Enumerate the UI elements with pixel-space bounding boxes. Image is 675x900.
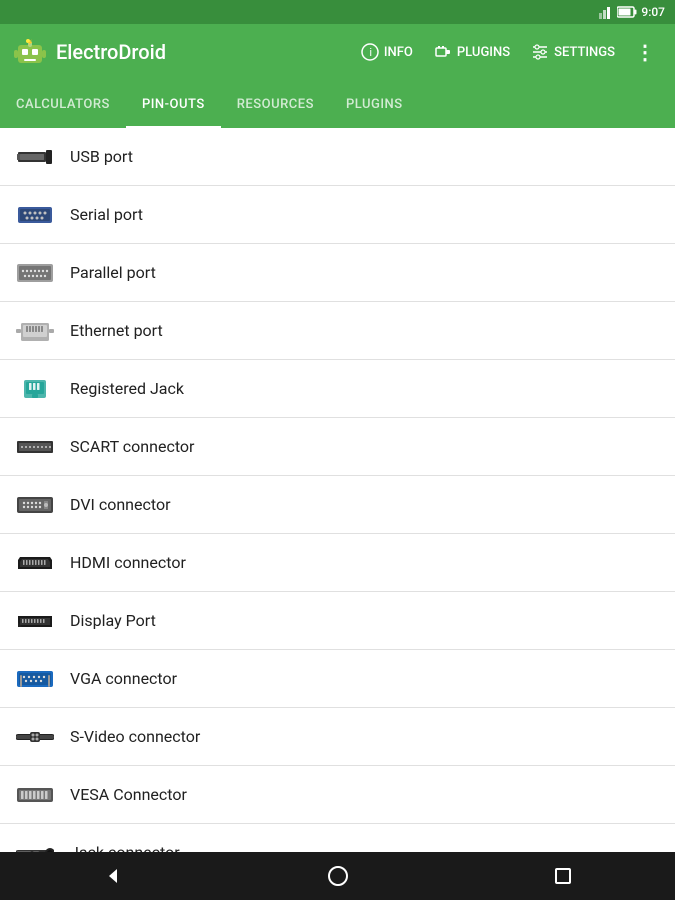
display-port-icon	[16, 608, 54, 634]
svideo-connector-label: S-Video connector	[70, 727, 200, 746]
dvi-connector-label: DVI connector	[70, 495, 171, 514]
ethernet-port-icon	[16, 318, 54, 344]
dvi-connector-icon	[16, 492, 54, 518]
registered-jack-icon	[16, 376, 54, 402]
tab-pinouts[interactable]: PIN-OUTS	[126, 83, 221, 128]
tab-resources[interactable]: RESOURCES	[221, 83, 330, 128]
more-options-button[interactable]: ⋮	[627, 34, 663, 70]
list-item[interactable]: Display Port	[0, 592, 675, 650]
list-item[interactable]: VGA connector	[0, 650, 675, 708]
list-item[interactable]: USB port	[0, 128, 675, 186]
vga-connector-label: VGA connector	[70, 669, 177, 688]
time-display: 9:07	[641, 5, 665, 19]
status-bar: 9:07	[0, 0, 675, 24]
scart-connector-label: SCART connector	[70, 437, 194, 456]
list-item[interactable]: Jack connector	[0, 824, 675, 852]
vesa-connector-icon	[16, 782, 54, 808]
status-icons: 9:07	[599, 5, 665, 19]
parallel-port-icon	[16, 260, 54, 286]
serial-port-icon	[16, 202, 54, 228]
tab-plugins[interactable]: PLUGINS	[330, 83, 419, 128]
vga-connector-icon	[16, 666, 54, 692]
plugins-button[interactable]: PLUGINS	[425, 36, 518, 68]
battery-icon	[617, 6, 637, 18]
app-bar: ⚡ ElectroDroid i INFO PLUGINS	[0, 24, 675, 80]
tab-calculators[interactable]: CALCULATORS	[0, 83, 126, 128]
list-item[interactable]: VESA Connector	[0, 766, 675, 824]
app-title: ElectroDroid	[56, 40, 344, 64]
settings-button[interactable]: SETTINGS	[522, 36, 623, 68]
svideo-connector-icon	[16, 724, 54, 750]
app-bar-actions: i INFO PLUGINS	[352, 34, 663, 70]
usb-port-label: USB port	[70, 147, 133, 166]
ethernet-port-label: Ethernet port	[70, 321, 163, 340]
connector-list: USB port Serial port	[0, 128, 675, 852]
settings-icon	[530, 42, 550, 62]
settings-label: SETTINGS	[554, 45, 615, 60]
list-item[interactable]: Registered Jack	[0, 360, 675, 418]
recents-button[interactable]	[541, 854, 585, 898]
serial-port-label: Serial port	[70, 205, 143, 224]
registered-jack-label: Registered Jack	[70, 379, 184, 398]
list-item[interactable]: Serial port	[0, 186, 675, 244]
info-button[interactable]: i INFO	[352, 36, 421, 68]
hdmi-connector-label: HDMI connector	[70, 553, 186, 572]
list-item[interactable]: SCART connector	[0, 418, 675, 476]
back-button[interactable]	[91, 854, 135, 898]
scart-connector-icon	[16, 434, 54, 460]
app-logo: ⚡	[12, 34, 48, 70]
bottom-nav-bar	[0, 852, 675, 900]
parallel-port-label: Parallel port	[70, 263, 156, 282]
list-item[interactable]: HDMI connector	[0, 534, 675, 592]
display-port-label: Display Port	[70, 611, 156, 630]
home-button[interactable]	[316, 854, 360, 898]
svg-text:⚡: ⚡	[27, 39, 33, 46]
list-item[interactable]: Ethernet port	[0, 302, 675, 360]
info-icon: i	[360, 42, 380, 62]
vesa-connector-label: VESA Connector	[70, 785, 187, 804]
signal-icon	[599, 5, 613, 19]
plugins-icon	[433, 42, 453, 62]
jack-connector-icon	[16, 840, 54, 853]
usb-port-icon	[16, 144, 54, 170]
hdmi-connector-icon	[16, 550, 54, 576]
info-label: INFO	[384, 45, 413, 60]
svg-text:i: i	[369, 47, 371, 59]
plugins-label: PLUGINS	[457, 45, 510, 60]
jack-connector-label: Jack connector	[70, 843, 180, 852]
list-item[interactable]: DVI connector	[0, 476, 675, 534]
list-item[interactable]: S-Video connector	[0, 708, 675, 766]
list-item[interactable]: Parallel port	[0, 244, 675, 302]
tab-bar: CALCULATORS PIN-OUTS RESOURCES PLUGINS	[0, 80, 675, 128]
